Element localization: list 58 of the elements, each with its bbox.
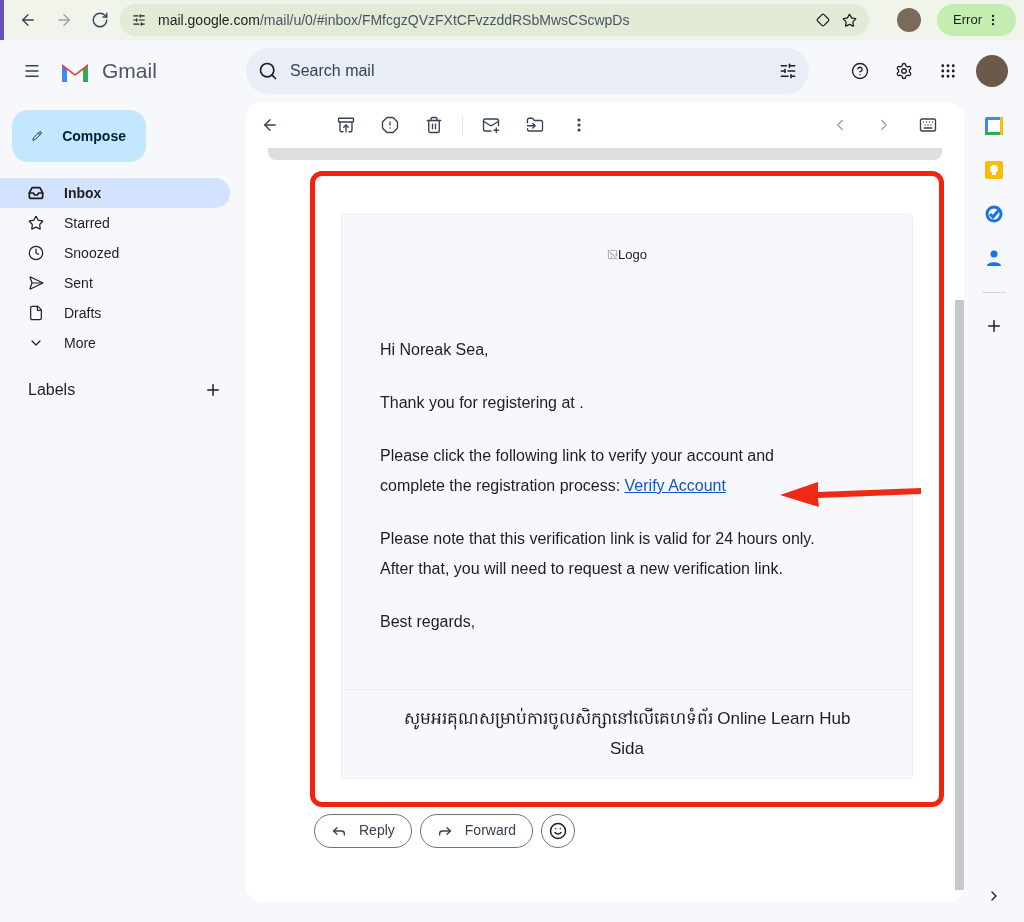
profile-avatar[interactable] bbox=[897, 8, 922, 32]
footer-text: សូមអរគុណសម្រាប់ការចូលសិក្សានៅលើគេហទំព័រ Online Learn Hub bbox=[403, 706, 851, 732]
search-bar[interactable]: Search mail bbox=[246, 48, 809, 94]
help-icon bbox=[851, 62, 869, 80]
labels-heading: Labels bbox=[28, 380, 76, 400]
more-icon bbox=[577, 118, 581, 132]
spam-icon bbox=[381, 116, 399, 134]
apps-grid-icon bbox=[939, 62, 957, 80]
greeting-text: Hi Noreak Sea, bbox=[380, 339, 490, 360]
body-paragraph: Thank you for registering at . bbox=[380, 392, 585, 413]
nav-item[interactable]: Snoozed bbox=[0, 238, 230, 268]
add-label-icon bbox=[204, 381, 222, 399]
calendar-icon bbox=[984, 116, 1004, 136]
nav-item[interactable]: Inbox bbox=[0, 178, 230, 208]
app-name: Gmail bbox=[102, 58, 157, 85]
body-paragraph: Please note that this verification link is valid for 24 hours only. After that, you will need to request a new verification link. bbox=[380, 528, 816, 579]
scrollbar-thumb[interactable] bbox=[955, 300, 964, 890]
back-icon bbox=[19, 11, 37, 29]
clock-icon bbox=[28, 245, 44, 261]
lens-icon bbox=[816, 13, 831, 27]
verify-account-link[interactable]: Verify Account bbox=[624, 476, 726, 494]
document-icon bbox=[28, 305, 44, 321]
move-to-icon bbox=[526, 116, 544, 134]
url-text: mail.google.com/mail/u/0/#inbox/FMfcgzQVzFXtCFvzzddRSbMwsCScwpDs bbox=[158, 10, 630, 30]
broken-image-icon bbox=[607, 249, 619, 261]
bookmark-star-icon bbox=[842, 12, 858, 28]
contacts-icon bbox=[984, 248, 1004, 268]
body-paragraph: Best regards, bbox=[380, 611, 477, 632]
reload-icon bbox=[91, 11, 109, 29]
broken-logo-image: Logo bbox=[607, 245, 647, 265]
nav-item[interactable]: Starred bbox=[0, 208, 230, 238]
body-paragraph: Please click the following link to verify your account and complete the registration process: Verify Account bbox=[380, 445, 775, 496]
smiley-icon bbox=[549, 821, 568, 840]
compose-button[interactable]: Compose bbox=[12, 110, 146, 162]
nav-item[interactable]: Sent bbox=[0, 268, 230, 298]
site-settings-icon bbox=[132, 13, 146, 27]
menu-icon bbox=[23, 62, 41, 80]
search-input[interactable]: Search mail bbox=[290, 59, 767, 83]
keep-icon bbox=[984, 160, 1004, 180]
profile-error-button[interactable]: Error bbox=[937, 4, 1016, 36]
address-bar[interactable]: mail.google.com/mail/u/0/#inbox/FMfcgzQVzFXtCFvzzddRSbMwsCScwpDs bbox=[120, 4, 870, 36]
search-icon bbox=[258, 61, 278, 81]
keyboard-icon bbox=[919, 116, 937, 134]
add-addon-icon bbox=[985, 317, 1003, 335]
archive-icon bbox=[337, 116, 355, 134]
settings-icon bbox=[895, 62, 913, 80]
filter-icon bbox=[779, 62, 797, 80]
inbox-icon bbox=[28, 185, 44, 201]
forward-icon bbox=[55, 11, 73, 29]
mark-unread-icon bbox=[482, 116, 500, 134]
nav-item[interactable]: More bbox=[0, 328, 230, 358]
nav-item[interactable]: Drafts bbox=[0, 298, 230, 328]
star-icon bbox=[28, 215, 44, 231]
send-icon bbox=[28, 275, 44, 291]
delete-icon bbox=[425, 116, 443, 134]
footer-text: Sida bbox=[610, 737, 644, 760]
account-avatar[interactable] bbox=[976, 55, 1008, 87]
tasks-icon bbox=[984, 204, 1004, 224]
